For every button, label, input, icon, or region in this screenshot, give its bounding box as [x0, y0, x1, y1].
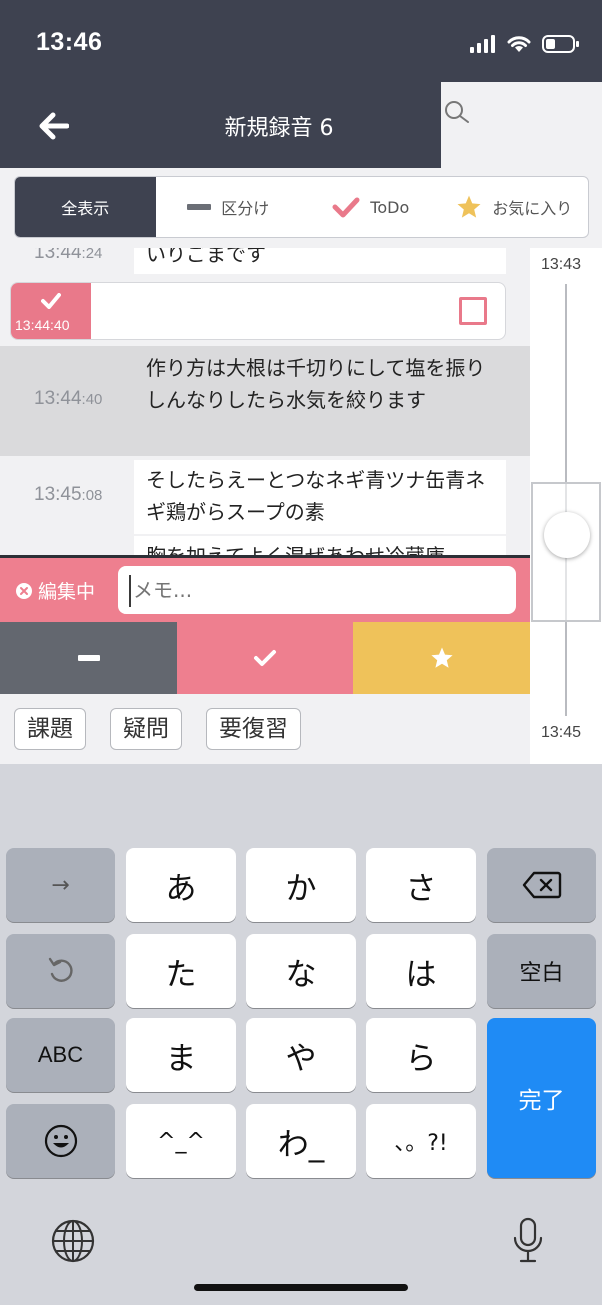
timeline-end-time: 13:45: [541, 724, 582, 741]
star-icon: [457, 195, 481, 218]
key-face[interactable]: ^_^: [126, 1104, 236, 1178]
page-title: 新規録音 6: [224, 116, 334, 141]
wifi-icon: [507, 36, 531, 52]
key-ka[interactable]: か: [246, 848, 356, 922]
status-icons: [470, 32, 580, 56]
mark-favorite-button[interactable]: [353, 622, 530, 694]
key-ta[interactable]: た: [126, 934, 236, 1008]
text-caret: [129, 575, 131, 607]
check-icon: [332, 197, 360, 218]
list-item-text: いりごまです: [134, 248, 506, 274]
todo-tag: 13:44:40: [11, 283, 91, 339]
transcript-list[interactable]: 13:44:24 いりごまです 13:44:40 13:44:40 作り方は大根…: [0, 248, 530, 556]
tag-chip[interactable]: 疑問: [110, 708, 182, 750]
status-time: 13:46: [36, 28, 103, 56]
todo-item[interactable]: 13:44:40: [10, 282, 506, 340]
tag-chip[interactable]: 要復習: [206, 708, 301, 750]
search-icon[interactable]: [440, 96, 476, 132]
undo-icon: [48, 957, 73, 982]
cellular-signal-icon: [470, 35, 495, 53]
cancel-edit-button[interactable]: 編集中: [16, 577, 95, 604]
key-ra[interactable]: ら: [366, 1018, 476, 1092]
key-arrow[interactable]: →: [6, 848, 115, 922]
dictation-button[interactable]: [510, 1216, 546, 1266]
list-item[interactable]: 胸を加えてよく混ぜあわせ冷蔵庫: [0, 530, 530, 556]
filter-divider-tab[interactable]: 区分け: [156, 177, 301, 237]
home-indicator[interactable]: [194, 1284, 408, 1291]
list-item-time: 13:45:08: [34, 484, 103, 505]
star-icon: [430, 647, 453, 668]
check-icon: [254, 650, 276, 666]
todo-time: 13:44:40: [15, 317, 70, 333]
tag-chip[interactable]: 課題: [14, 708, 86, 750]
filter-divider-label: 区分け: [221, 199, 270, 218]
key-ma[interactable]: ま: [126, 1018, 236, 1092]
key-abc[interactable]: ABC: [6, 1018, 115, 1092]
key-wa[interactable]: わ_: [246, 1104, 356, 1178]
filter-all-label: 全表示: [61, 199, 110, 218]
backspace-icon: [522, 871, 561, 899]
key-space[interactable]: 空白: [487, 934, 596, 1008]
filter-favorite-label: お気に入り: [492, 199, 573, 218]
key-ya[interactable]: や: [246, 1018, 356, 1092]
key-delete[interactable]: [487, 848, 596, 922]
microphone-icon: [513, 1217, 543, 1263]
list-item-time: 13:44:40: [34, 388, 103, 409]
timeline-start-time: 13:43: [541, 256, 582, 273]
list-item-selected[interactable]: 13:44:40 作り方は大根は千切りにして塩を振りしんなりしたら水気を絞ります: [0, 346, 530, 456]
arrow-left-icon: [39, 112, 69, 140]
filter-todo-label: ToDo: [370, 197, 410, 217]
key-punctuation[interactable]: 、。?!: [366, 1104, 476, 1178]
mark-todo-button[interactable]: [177, 622, 353, 694]
list-item[interactable]: 13:44:24 いりごまです: [0, 248, 530, 274]
dash-icon: [187, 204, 212, 210]
key-emoji[interactable]: [6, 1104, 115, 1178]
key-ha[interactable]: は: [366, 934, 476, 1008]
list-item-text: 作り方は大根は千切りにして塩を振りしんなりしたら水気を絞ります: [146, 356, 486, 412]
globe-button[interactable]: [50, 1218, 96, 1264]
timeline-handle[interactable]: [544, 512, 590, 558]
list-item-time: 13:44:24: [34, 248, 103, 263]
todo-checkbox[interactable]: [459, 297, 487, 325]
key-undo[interactable]: [6, 934, 115, 1008]
filter-todo-tab[interactable]: ToDo: [301, 177, 441, 237]
globe-icon: [51, 1219, 95, 1263]
key-done[interactable]: 完了: [487, 1018, 596, 1178]
list-item-text: そしたらえーとつなネギ青ツナ缶青ネギ鶏がらスープの素: [134, 460, 506, 534]
filter-segmented-control: 全表示 区分け ToDo お気に入り: [14, 176, 589, 238]
emoji-icon: [44, 1124, 77, 1158]
battery-icon: [542, 35, 579, 53]
key-sa[interactable]: さ: [366, 848, 476, 922]
key-a[interactable]: あ: [126, 848, 236, 922]
memo-input[interactable]: [118, 566, 516, 614]
filter-favorite-tab[interactable]: お気に入り: [441, 177, 588, 237]
list-item[interactable]: 13:45:08 そしたらえーとつなネギ青ツナ缶青ネギ鶏がらスープの素: [0, 460, 530, 536]
filter-all-tab[interactable]: 全表示: [15, 177, 156, 237]
check-icon: [41, 293, 61, 309]
dash-icon: [77, 655, 100, 661]
back-button[interactable]: [32, 106, 76, 146]
key-na[interactable]: な: [246, 934, 356, 1008]
list-item-text: 胸を加えてよく混ぜあわせ冷蔵庫: [134, 536, 506, 556]
edit-status-label: 編集中: [38, 581, 96, 603]
mark-divider-button[interactable]: [0, 622, 177, 694]
close-circle-icon: [16, 582, 32, 599]
